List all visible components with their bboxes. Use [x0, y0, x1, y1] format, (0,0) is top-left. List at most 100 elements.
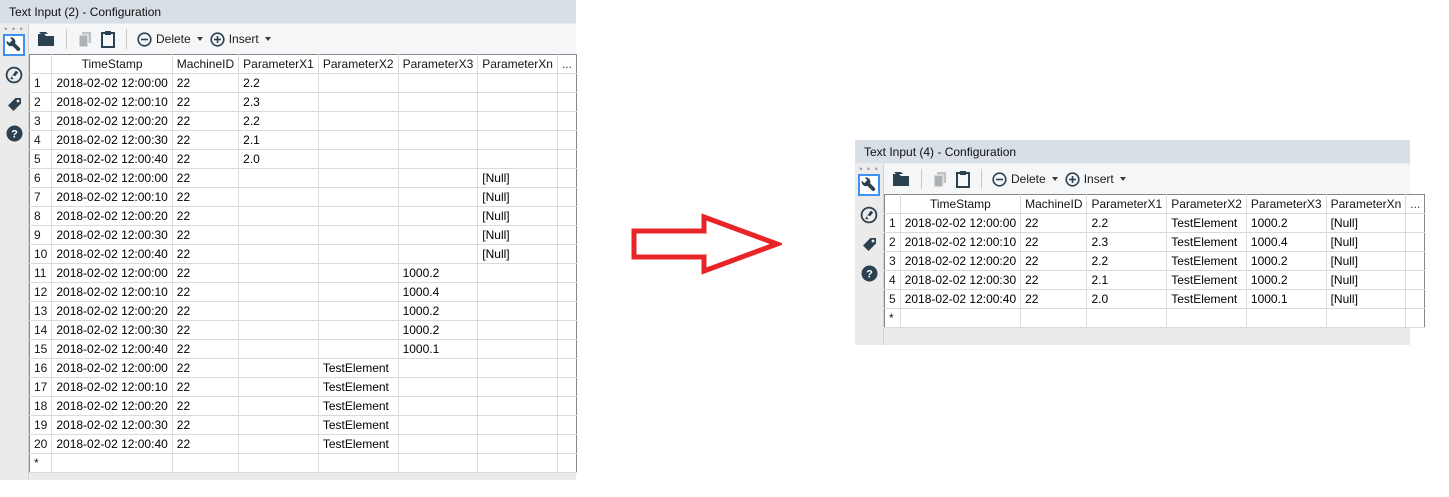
cell[interactable] — [477, 111, 558, 131]
cell[interactable]: 22 — [172, 168, 240, 188]
cell[interactable]: 2018-02-02 12:00:20 — [51, 301, 173, 321]
cell[interactable] — [238, 206, 319, 226]
cell[interactable]: TestElement — [1166, 289, 1247, 309]
cell[interactable]: [Null] — [1326, 213, 1407, 233]
cell[interactable]: 2018-02-02 12:00:30 — [51, 225, 173, 245]
column-header[interactable]: ParameterX2 — [318, 54, 399, 74]
row-number-cell[interactable]: 3 — [29, 111, 53, 131]
cell[interactable] — [557, 263, 577, 283]
cell[interactable] — [477, 149, 558, 169]
cell[interactable] — [557, 301, 577, 321]
cell[interactable]: 2018-02-02 12:00:30 — [51, 130, 173, 150]
cell[interactable] — [557, 225, 577, 245]
cell[interactable] — [238, 301, 319, 321]
row-number-cell[interactable]: 13 — [29, 301, 53, 321]
cell[interactable]: 2018-02-02 12:00:40 — [51, 149, 173, 169]
cell[interactable] — [318, 301, 399, 321]
cell[interactable]: 2018-02-02 12:00:20 — [51, 111, 173, 131]
cell[interactable] — [1405, 232, 1425, 252]
cell[interactable] — [318, 187, 399, 207]
cell[interactable] — [398, 111, 479, 131]
cell[interactable] — [238, 339, 319, 359]
cell[interactable]: 2018-02-02 12:00:00 — [51, 168, 173, 188]
cell[interactable]: 2018-02-02 12:00:20 — [51, 396, 173, 416]
cell[interactable] — [477, 73, 558, 93]
cell[interactable]: 22 — [172, 149, 240, 169]
cell[interactable]: 1000.2 — [1246, 270, 1327, 290]
cell[interactable] — [477, 320, 558, 340]
cell[interactable] — [477, 282, 558, 302]
cell[interactable]: 2018-02-02 12:00:10 — [51, 282, 173, 302]
cell[interactable] — [318, 453, 399, 473]
cell[interactable]: 22 — [172, 415, 240, 435]
paste-button[interactable] — [100, 30, 116, 48]
cell[interactable]: 22 — [172, 206, 240, 226]
cell[interactable] — [398, 92, 479, 112]
cell[interactable] — [238, 377, 319, 397]
cell[interactable] — [238, 263, 319, 283]
cell[interactable]: 22 — [1020, 289, 1088, 309]
row-number-cell[interactable]: 1 — [884, 213, 901, 233]
cell[interactable] — [1405, 289, 1425, 309]
cell[interactable] — [477, 453, 558, 473]
cell[interactable]: 1000.2 — [1246, 213, 1327, 233]
open-file-button[interactable] — [892, 171, 911, 187]
row-number-cell[interactable]: 1 — [29, 73, 53, 93]
row-number-cell[interactable]: 4 — [29, 130, 53, 150]
row-number-cell[interactable]: 7 — [29, 187, 53, 207]
cell[interactable] — [1326, 308, 1407, 328]
cell[interactable] — [557, 92, 577, 112]
cell[interactable] — [398, 377, 479, 397]
cell[interactable]: 2018-02-02 12:00:10 — [900, 232, 1022, 252]
cell[interactable]: [Null] — [477, 206, 558, 226]
cell[interactable]: TestElement — [1166, 251, 1247, 271]
cell[interactable]: [Null] — [477, 187, 558, 207]
column-header[interactable]: ParameterX2 — [1166, 194, 1247, 214]
row-number-cell[interactable]: 4 — [884, 270, 901, 290]
cell[interactable]: 2.2 — [238, 111, 319, 131]
cell[interactable] — [557, 206, 577, 226]
cell[interactable]: 1000.2 — [1246, 251, 1327, 271]
cell[interactable] — [398, 73, 479, 93]
cell[interactable] — [318, 263, 399, 283]
row-header-corner[interactable] — [884, 194, 901, 214]
cell[interactable]: 22 — [172, 434, 240, 454]
cell[interactable] — [398, 225, 479, 245]
cell[interactable] — [238, 434, 319, 454]
cell[interactable]: [Null] — [477, 244, 558, 264]
cell[interactable] — [557, 111, 577, 131]
cell[interactable] — [238, 187, 319, 207]
cell[interactable]: 22 — [172, 396, 240, 416]
cell[interactable]: 22 — [172, 73, 240, 93]
cell[interactable] — [557, 244, 577, 264]
cell[interactable]: TestElement — [1166, 213, 1247, 233]
cell[interactable] — [557, 339, 577, 359]
row-number-cell[interactable]: 17 — [29, 377, 53, 397]
cell[interactable]: TestElement — [318, 358, 399, 378]
cell[interactable]: 2.1 — [238, 130, 319, 150]
column-header[interactable]: ParameterX1 — [1086, 194, 1168, 214]
cell[interactable] — [318, 282, 399, 302]
sidebar-item-help[interactable]: ? — [3, 123, 25, 143]
row-number-cell[interactable]: 15 — [29, 339, 53, 359]
cell[interactable] — [557, 396, 577, 416]
cell[interactable]: 1000.2 — [398, 301, 479, 321]
cell[interactable] — [318, 339, 399, 359]
cell[interactable]: 22 — [172, 111, 240, 131]
cell[interactable] — [1405, 213, 1425, 233]
cell[interactable] — [398, 244, 479, 264]
cell[interactable]: 1000.2 — [398, 320, 479, 340]
sidebar-item-configuration[interactable] — [3, 34, 25, 56]
column-header[interactable]: TimeStamp — [900, 194, 1022, 214]
cell[interactable] — [318, 320, 399, 340]
cell[interactable] — [318, 149, 399, 169]
cell[interactable]: 22 — [172, 282, 240, 302]
cell[interactable] — [51, 453, 173, 473]
cell[interactable]: 2018-02-02 12:00:40 — [51, 434, 173, 454]
cell[interactable] — [477, 396, 558, 416]
row-number-cell[interactable]: 9 — [29, 225, 53, 245]
column-header[interactable]: ParameterX3 — [1246, 194, 1327, 214]
cell[interactable]: 2018-02-02 12:00:40 — [900, 289, 1022, 309]
cell[interactable] — [318, 92, 399, 112]
row-number-cell[interactable]: 19 — [29, 415, 53, 435]
